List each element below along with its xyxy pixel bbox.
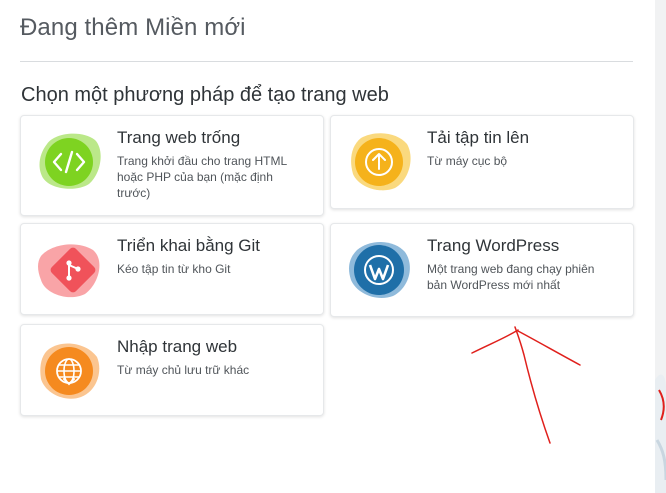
option-description: Từ máy cục bộ (427, 154, 508, 168)
option-card-empty-site[interactable]: Trang web trống Trang khởi đầu cho trang… (20, 115, 324, 216)
option-title: Nhập trang web (117, 337, 238, 356)
wordpress-icon (347, 238, 413, 300)
code-icon (37, 130, 103, 192)
globe-import-icon (37, 339, 103, 401)
git-icon (37, 238, 103, 300)
option-card-import-site[interactable]: Nhập trang web Từ máy chủ lưu trữ khác (20, 324, 324, 416)
option-card-wordpress[interactable]: Trang WordPress Một trang web đang chạy … (330, 223, 634, 317)
option-description: Từ máy chủ lưu trữ khác (117, 363, 250, 377)
option-card-git-deploy[interactable]: Triển khai bằng Git Kéo tập tin từ kho G… (20, 223, 324, 315)
decorative-swirl (655, 374, 666, 493)
page-title: Đang thêm Miền mới (20, 14, 246, 41)
title-divider (20, 61, 633, 62)
add-domain-page: Đang thêm Miền mới Chọn một phương pháp … (0, 0, 666, 493)
option-title: Triển khai bằng Git (117, 236, 260, 255)
option-title: Trang WordPress (427, 236, 560, 255)
option-title: Tải tập tin lên (427, 128, 530, 147)
option-description: Trang khởi đầu cho trang HTML hoặc PHP c… (117, 154, 287, 200)
section-heading: Chọn một phương pháp để tạo trang web (21, 84, 389, 106)
option-card-upload-files[interactable]: Tải tập tin lên Từ máy cục bộ (330, 115, 634, 209)
option-title: Trang web trống (117, 128, 241, 147)
upload-icon (347, 130, 413, 192)
option-description: Kéo tập tin từ kho Git (117, 262, 231, 276)
option-description: Một trang web đang chạy phiên bản WordPr… (427, 262, 595, 292)
